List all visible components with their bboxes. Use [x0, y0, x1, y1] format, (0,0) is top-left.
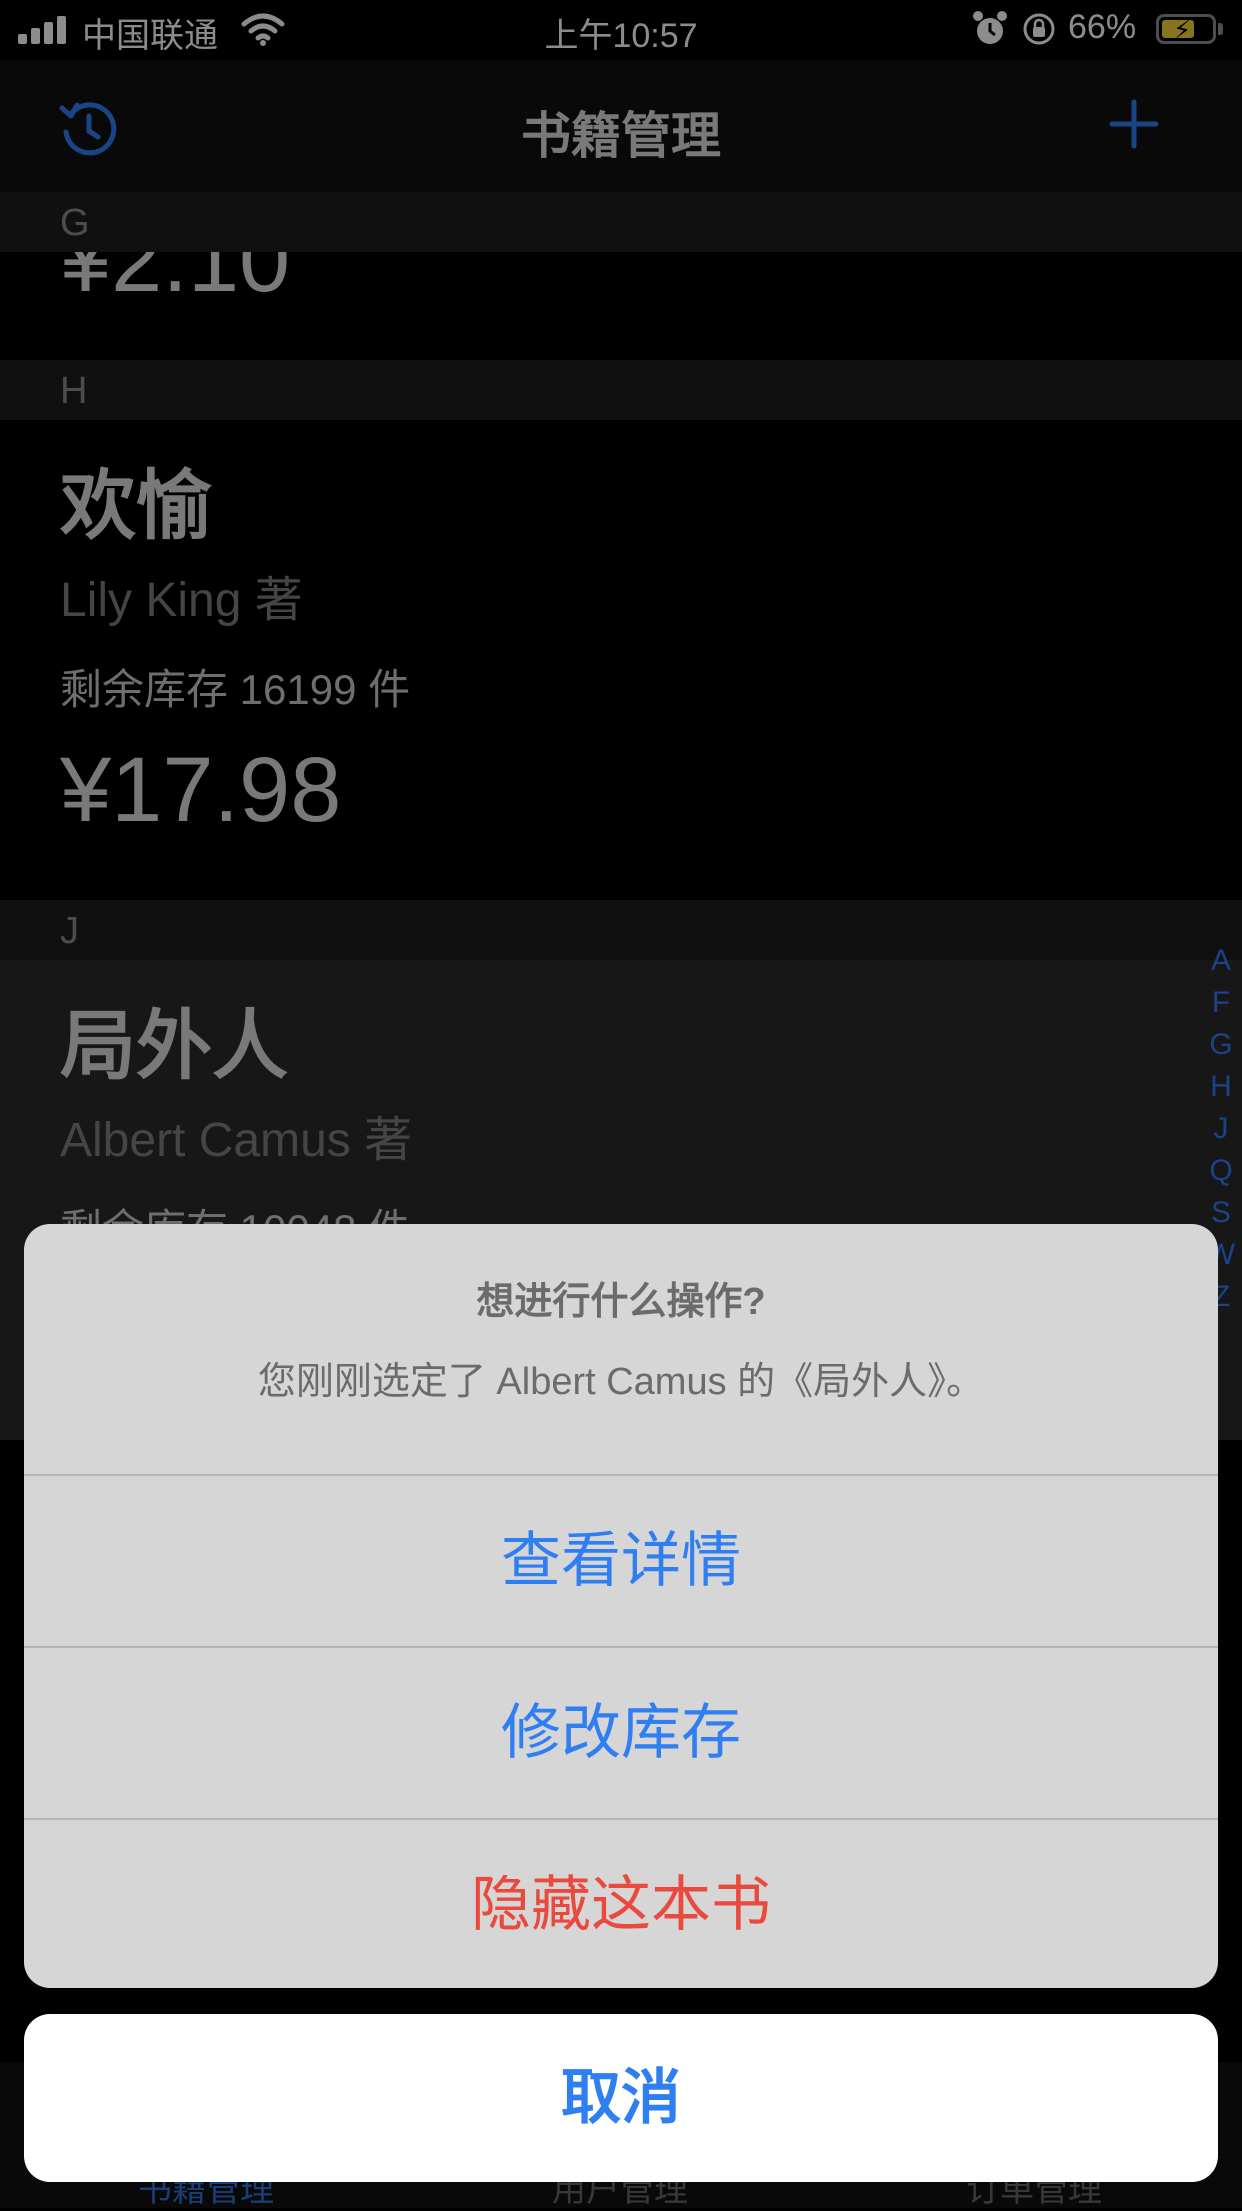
view-details-button[interactable]: 查看详情: [24, 1476, 1218, 1646]
action-sheet: 想进行什么操作? 您刚刚选定了 Albert Camus 的《局外人》。 查看详…: [24, 1224, 1218, 1988]
cancel-label: 取消: [561, 2064, 681, 2131]
edit-stock-button[interactable]: 修改库存: [24, 1648, 1218, 1818]
action-sheet-header: 想进行什么操作? 您刚刚选定了 Albert Camus 的《局外人》。: [24, 1224, 1218, 1474]
hide-book-button[interactable]: 隐藏这本书: [24, 1820, 1218, 1988]
action-sheet-message: 您刚刚选定了 Albert Camus 的《局外人》。: [257, 1361, 985, 1403]
action-sheet-title: 想进行什么操作?: [476, 1281, 766, 1323]
cancel-button[interactable]: 取消: [24, 2014, 1218, 2182]
